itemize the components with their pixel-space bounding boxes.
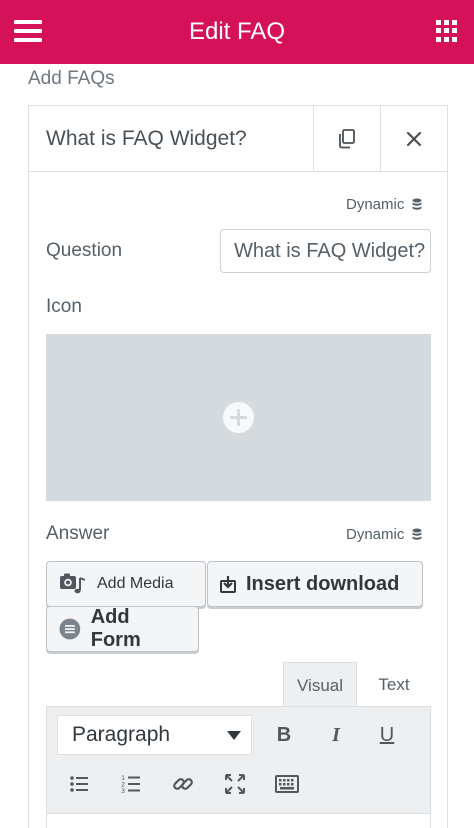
top-bar: Edit FAQ xyxy=(0,0,474,64)
add-media-button[interactable]: Add Media xyxy=(46,561,206,607)
insert-download-button[interactable]: Insert download xyxy=(207,561,423,607)
question-label: Question xyxy=(46,240,123,261)
format-select-value: Paragraph xyxy=(72,723,171,746)
icon-picker[interactable] xyxy=(46,334,431,501)
database-icon xyxy=(412,198,422,210)
tab-text[interactable]: Text xyxy=(357,662,431,708)
fullscreen-icon xyxy=(225,774,245,794)
italic-button[interactable]: I xyxy=(321,720,351,750)
link-icon xyxy=(173,778,193,790)
keyboard-icon xyxy=(275,775,299,793)
insert-download-label: Insert download xyxy=(246,572,400,595)
page-title: Edit FAQ xyxy=(188,18,286,45)
icon-label: Icon xyxy=(46,296,82,317)
bold-button[interactable]: B xyxy=(269,720,299,750)
faq-item-panel: What is FAQ Widget? Dynamic Question Wha… xyxy=(28,105,448,828)
italic-icon: I xyxy=(332,723,340,746)
download-icon xyxy=(220,576,236,593)
bold-icon: B xyxy=(276,723,292,746)
bullet-list-icon xyxy=(70,776,88,792)
faq-item-title[interactable]: What is FAQ Widget? xyxy=(29,106,313,171)
section-title: Add FAQs xyxy=(28,68,115,89)
dynamic-tags-answer[interactable]: Dynamic xyxy=(346,526,422,543)
database-icon xyxy=(412,528,422,540)
svg-text:3: 3 xyxy=(121,787,125,794)
plus-circle-icon xyxy=(223,402,254,433)
hamburger-icon[interactable] xyxy=(14,20,42,44)
numbered-list-icon: 1 2 3 xyxy=(121,774,140,794)
chevron-down-icon xyxy=(227,731,241,740)
media-icon xyxy=(60,573,86,594)
dynamic-label: Dynamic xyxy=(346,526,405,543)
answer-label: Answer xyxy=(46,523,110,544)
fullscreen-button[interactable] xyxy=(220,769,250,799)
question-input[interactable]: What is FAQ Widget? xyxy=(220,229,431,273)
tab-visual[interactable]: Visual xyxy=(283,662,358,708)
editor-content-area[interactable] xyxy=(47,813,430,828)
wysiwyg-editor: Paragraph B I U 1 2 3 xyxy=(46,706,431,828)
close-icon xyxy=(406,131,422,147)
underline-button[interactable]: U xyxy=(372,720,402,750)
insert-link-button[interactable] xyxy=(168,769,198,799)
copy-icon xyxy=(339,129,355,149)
dynamic-label: Dynamic xyxy=(346,196,405,213)
faq-item-header[interactable]: What is FAQ Widget? xyxy=(29,106,447,172)
form-icon xyxy=(59,618,81,640)
toolbar-toggle-button[interactable] xyxy=(272,769,302,799)
duplicate-button[interactable] xyxy=(313,106,380,172)
remove-button[interactable] xyxy=(380,106,447,172)
numbered-list-button[interactable]: 1 2 3 xyxy=(116,769,146,799)
grid-icon[interactable] xyxy=(436,20,458,42)
editor-tabs: Visual Text xyxy=(283,662,431,708)
add-form-button[interactable]: Add Form xyxy=(46,606,199,652)
add-media-label: Add Media xyxy=(97,575,174,592)
bullet-list-button[interactable] xyxy=(64,769,94,799)
format-select[interactable]: Paragraph xyxy=(57,715,252,755)
underline-icon: U xyxy=(379,723,395,746)
add-form-label: Add Form xyxy=(90,606,141,651)
dynamic-tags-question[interactable]: Dynamic xyxy=(346,196,422,213)
